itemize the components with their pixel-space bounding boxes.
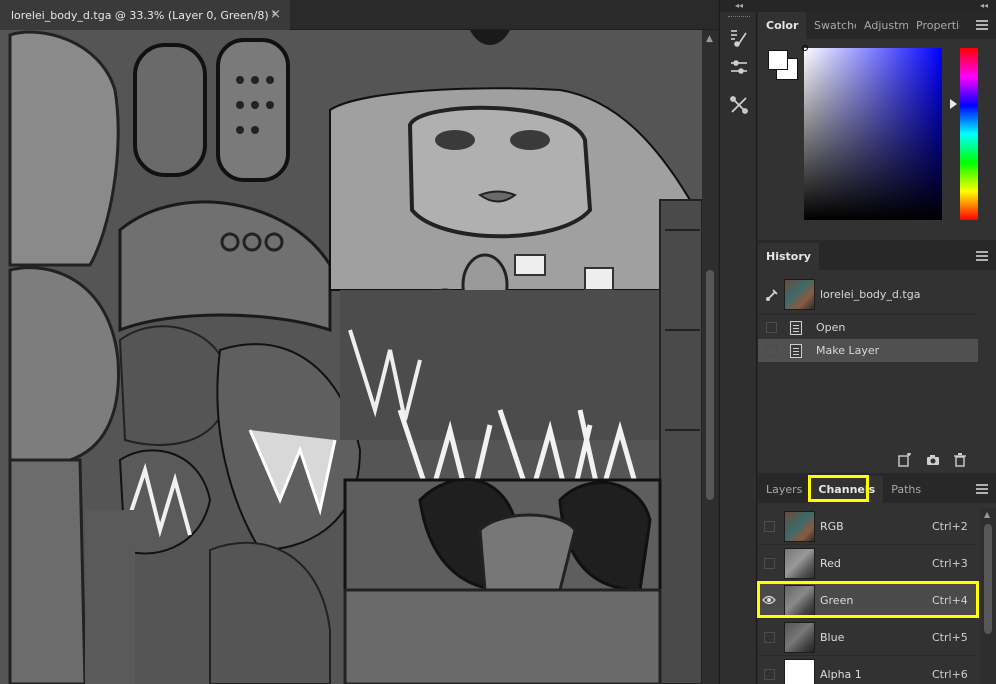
channel-row-alpha-1[interactable]: Alpha 1 Ctrl+6 <box>758 656 978 684</box>
tab-paths[interactable]: Paths <box>883 476 929 503</box>
tab-adjustments[interactable]: Adjustments <box>856 12 908 39</box>
tab-channels[interactable]: Channels <box>810 476 884 503</box>
tab-properties[interactable]: Properties <box>908 12 960 39</box>
document-icon <box>790 320 802 335</box>
visibility-toggle[interactable] <box>758 619 780 656</box>
channel-shortcut: Ctrl+6 <box>932 667 968 681</box>
camera-icon[interactable] <box>926 454 940 469</box>
history-snapshot[interactable]: lorelei_body_d.tga <box>758 275 978 315</box>
brush-presets-icon[interactable] <box>726 24 752 50</box>
history-state-label: Make Layer <box>816 344 880 357</box>
visibility-toggle[interactable] <box>758 656 780 684</box>
channel-row-blue[interactable]: Blue Ctrl+5 <box>758 619 978 656</box>
color-panel-tabs: Color Swatches Adjustments Properties <box>758 12 996 39</box>
layers-channels-paths-tabs: Layers Channels Paths <box>758 476 996 503</box>
channel-row-red[interactable]: Red Ctrl+3 <box>758 545 978 582</box>
panel-dock-strip: ◂◂ <box>719 0 758 684</box>
history-state-make-layer[interactable]: Make Layer <box>758 339 978 362</box>
channel-row-green[interactable]: Green Ctrl+4 <box>758 582 978 619</box>
document-tab[interactable]: lorelei_body_d.tga @ 33.3% (Layer 0, Gre… <box>0 0 290 30</box>
channel-thumbnail <box>784 510 815 542</box>
history-panel: History lorelei_body_d.tga Open Make Lay… <box>758 243 996 473</box>
document-icon <box>790 343 802 358</box>
canvas-vertical-scrollbar[interactable]: ▲ <box>702 30 718 684</box>
color-field[interactable] <box>804 48 942 220</box>
channel-name: Alpha 1 <box>820 667 862 681</box>
close-icon[interactable]: × <box>270 7 281 22</box>
history-state-label: Open <box>816 321 846 334</box>
eye-icon[interactable] <box>758 582 780 619</box>
foreground-color-swatch[interactable] <box>768 50 788 70</box>
channel-thumbnail <box>784 584 815 616</box>
channel-name: Blue <box>820 630 845 644</box>
panel-menu-icon[interactable] <box>976 20 988 30</box>
history-panel-tabs: History <box>758 243 996 270</box>
channel-name: Red <box>820 556 841 570</box>
channel-shortcut: Ctrl+3 <box>932 556 968 570</box>
visibility-toggle[interactable] <box>758 508 780 545</box>
tab-swatches[interactable]: Swatches <box>806 12 856 39</box>
hue-slider[interactable] <box>960 48 978 220</box>
channel-shortcut: Ctrl+4 <box>932 593 968 607</box>
scrollbar-thumb[interactable] <box>984 524 992 634</box>
channel-thumbnail <box>784 621 815 653</box>
history-brush-source-icon[interactable] <box>764 287 780 303</box>
collapse-panels-icon[interactable]: ◂◂ <box>758 0 996 12</box>
history-checkbox[interactable] <box>766 345 777 356</box>
tab-layers[interactable]: Layers <box>758 476 810 503</box>
tab-color[interactable]: Color <box>758 12 806 39</box>
channel-shortcut: Ctrl+2 <box>932 519 968 533</box>
history-checkbox[interactable] <box>766 322 777 333</box>
color-panel: Color Swatches Adjustments Properties <box>758 12 996 240</box>
channel-name: RGB <box>820 519 844 533</box>
document-canvas[interactable] <box>0 30 702 684</box>
history-state-open[interactable]: Open <box>758 316 978 339</box>
tool-presets-icon[interactable] <box>726 92 752 118</box>
visibility-toggle[interactable] <box>758 545 780 582</box>
panel-menu-icon[interactable] <box>976 251 988 261</box>
channel-shortcut: Ctrl+5 <box>932 630 968 644</box>
scrollbar-thumb[interactable] <box>706 270 714 500</box>
document-tab-bar: lorelei_body_d.tga @ 33.3% (Layer 0, Gre… <box>0 0 718 30</box>
scroll-up-icon[interactable]: ▲ <box>706 34 713 44</box>
snapshot-thumbnail <box>784 279 815 310</box>
hue-slider-marker-icon[interactable] <box>950 99 957 109</box>
panel-menu-icon[interactable] <box>976 484 988 494</box>
dock-grip[interactable] <box>728 16 750 19</box>
channel-thumbnail <box>784 547 815 579</box>
document-title: lorelei_body_d.tga @ 33.3% (Layer 0, Gre… <box>11 8 278 22</box>
scroll-up-icon[interactable]: ▲ <box>984 510 990 519</box>
brush-settings-icon[interactable] <box>726 54 752 80</box>
channels-scrollbar[interactable]: ▲ <box>980 508 996 684</box>
channels-panel: Layers Channels Paths RGB Ctrl+2 Red Ctr… <box>758 476 996 684</box>
channel-name: Green <box>820 593 854 607</box>
trash-icon[interactable] <box>954 452 966 470</box>
color-picker-marker[interactable] <box>802 45 808 51</box>
history-footer <box>758 449 996 473</box>
tab-history[interactable]: History <box>758 243 819 270</box>
collapse-dock-icon[interactable]: ◂◂ <box>720 0 758 12</box>
texture-image <box>0 30 702 684</box>
new-document-from-state-icon[interactable] <box>898 451 912 470</box>
channel-row-rgb[interactable]: RGB Ctrl+2 <box>758 508 978 545</box>
channel-thumbnail <box>784 658 815 684</box>
snapshot-label: lorelei_body_d.tga <box>820 288 921 301</box>
